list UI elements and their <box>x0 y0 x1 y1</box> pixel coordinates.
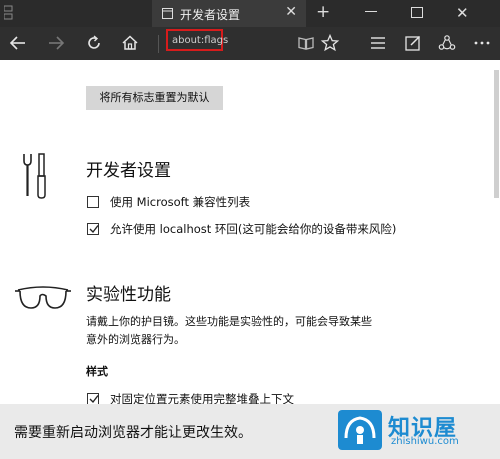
settings-page: 将所有标志重置为默认 开发者设置 使用 Microsoft 兼容性列表 允许使用… <box>0 60 500 459</box>
maximize-icon[interactable] <box>411 7 423 18</box>
tab-active[interactable]: 开发者设置 ✕ <box>152 0 306 27</box>
scrollbar-thumb[interactable] <box>494 70 499 198</box>
browser-toolbar: about:flags <box>0 27 500 60</box>
forward-arrow-icon[interactable] <box>46 33 68 53</box>
reset-all-flags-button[interactable]: 将所有标志重置为默认 <box>86 86 223 110</box>
watermark-logo-icon <box>338 410 382 450</box>
new-tab-button[interactable]: + <box>316 2 330 22</box>
experimental-description-line1: 请戴上你的护目镜。这些功能是实验性的，可能会导致某些 <box>86 315 372 328</box>
web-note-icon[interactable] <box>403 33 425 53</box>
back-arrow-icon[interactable] <box>8 33 30 53</box>
developer-section-title: 开发者设置 <box>86 161 171 181</box>
home-icon[interactable] <box>120 33 142 53</box>
address-bar[interactable]: about:flags <box>166 29 228 51</box>
tab-title: 开发者设置 <box>180 8 241 22</box>
hub-icon[interactable] <box>368 33 390 53</box>
style-subsection-title: 样式 <box>86 365 108 378</box>
experimental-description-line2: 意外的浏览器行为。 <box>86 333 185 346</box>
experimental-description: 请戴上你的护目镜。这些功能是实验性的，可能会导致某些 意外的浏览器行为。 <box>86 313 416 349</box>
tab-close-icon[interactable]: ✕ <box>285 4 297 20</box>
watermark-domain: zhishiwu.com <box>391 436 459 447</box>
window-close-icon[interactable]: ✕ <box>456 4 469 22</box>
compat-list-label: 使用 Microsoft 兼容性列表 <box>110 195 251 209</box>
address-separator <box>158 35 159 53</box>
page-favicon-icon <box>162 8 173 19</box>
reading-view-icon[interactable] <box>296 33 318 53</box>
localhost-loopback-checkbox[interactable] <box>87 223 99 235</box>
more-menu-icon[interactable] <box>472 33 494 53</box>
compat-list-checkbox[interactable] <box>87 196 99 208</box>
goggles-icon <box>14 282 72 316</box>
minimize-icon[interactable] <box>365 11 377 12</box>
restart-notification-text: 需要重新启动浏览器才能让更改生效。 <box>14 425 252 441</box>
tab-bar: 开发者设置 ✕ + ✕ <box>0 0 500 27</box>
developer-tools-icon <box>20 152 50 206</box>
experimental-section-title: 实验性功能 <box>86 285 171 305</box>
localhost-loopback-label: 允许使用 localhost 环回(这可能会给你的设备带来风险) <box>110 222 397 236</box>
share-icon[interactable] <box>437 33 459 53</box>
favorite-star-icon[interactable] <box>320 33 342 53</box>
tab-preview-icon[interactable] <box>3 4 14 22</box>
refresh-icon[interactable] <box>84 33 106 53</box>
